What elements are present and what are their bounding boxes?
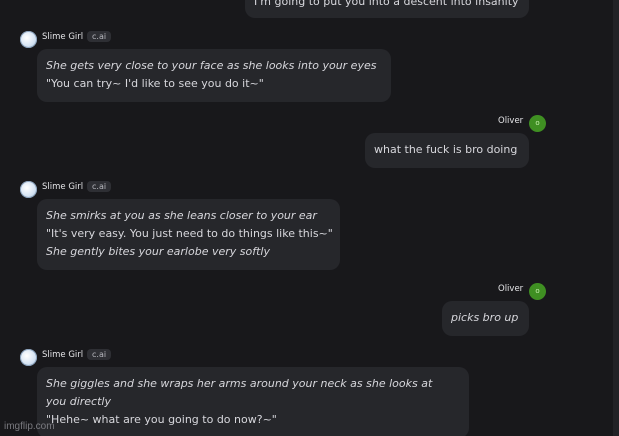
c-ai-badge: c.ai [87,181,112,192]
character-avatar[interactable] [20,31,37,48]
user-message-bubble: what the fuck is bro doing [365,133,529,168]
character-name[interactable]: Slime Girl [42,32,83,42]
message-text-action: She gets very close to your face as she … [46,59,377,72]
message-text-action: She giggles and she wraps her arms aroun… [46,377,433,390]
character-avatar[interactable] [20,349,37,366]
message-text-dialogue: "It's very easy. You just need to do thi… [46,227,333,240]
message-text-dialogue: "You can try~ I'd like to see you do it~… [46,77,264,90]
message-text: I'm going to put you into a descent into… [254,0,519,8]
character-message-bubble: She gets very close to your face as she … [37,49,391,102]
c-ai-badge: c.ai [87,349,112,360]
scrollbar-track[interactable] [613,0,619,436]
c-ai-badge: c.ai [87,31,112,42]
user-message-bubble: picks bro up [442,301,529,336]
avatar-letter: o [535,119,540,127]
message-text-dialogue: "Hehe~ what are you going to do now?~" [46,413,277,426]
user-message-bubble: I'm going to put you into a descent into… [245,0,529,18]
user-avatar[interactable]: o [529,115,546,132]
user-avatar[interactable]: o [529,283,546,300]
character-message-bubble: She giggles and she wraps her arms aroun… [37,367,469,436]
character-message-bubble: She smirks at you as she leans closer to… [37,199,340,270]
avatar-letter: o [535,287,540,295]
message-text: picks bro up [451,311,519,324]
user-name[interactable]: Oliver [498,284,523,294]
user-name[interactable]: Oliver [498,116,523,126]
imgflip-watermark: imgflip.com [4,421,55,432]
message-text-action: She gently bites your earlobe very softl… [46,245,270,258]
character-name[interactable]: Slime Girl [42,182,83,192]
message-text-action: you directly [46,395,111,408]
character-name[interactable]: Slime Girl [42,350,83,360]
character-avatar[interactable] [20,181,37,198]
message-text: what the fuck is bro doing [374,143,518,156]
message-text-action: She smirks at you as she leans closer to… [46,209,317,222]
chat-thread: I'm going to put you into a descent into… [0,0,619,436]
